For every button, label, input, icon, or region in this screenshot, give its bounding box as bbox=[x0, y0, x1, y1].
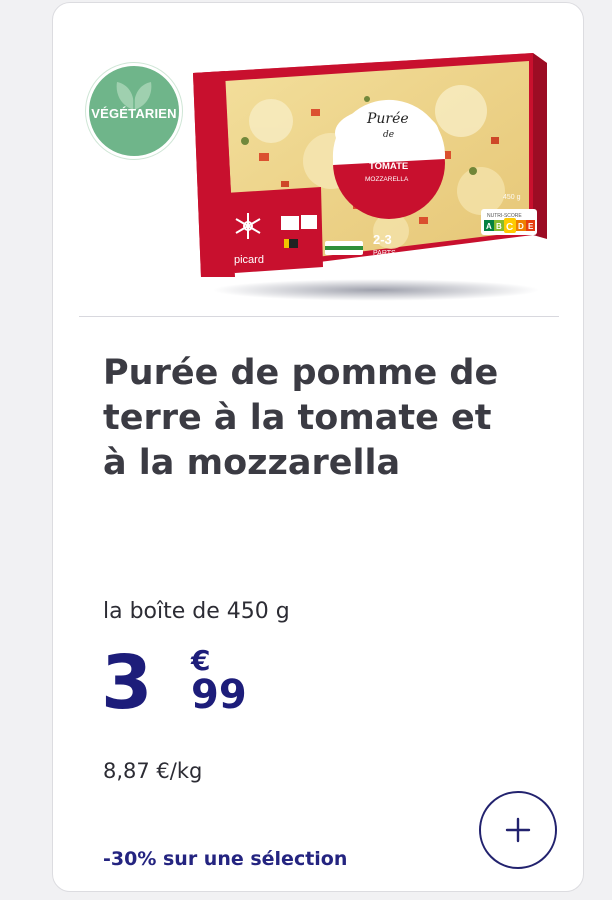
promo-text[interactable]: -30% sur une sélection bbox=[103, 848, 347, 870]
plus-icon bbox=[505, 817, 531, 843]
package-name-line1: POMME DE TERRE bbox=[341, 149, 428, 160]
package-script-title: Purée bbox=[366, 111, 409, 127]
svg-text:E: E bbox=[528, 222, 534, 231]
package-name-line3: MOZZARELLA bbox=[365, 176, 409, 183]
add-to-cart-button[interactable] bbox=[479, 791, 557, 869]
package-name-line2: TOMATE bbox=[369, 161, 408, 172]
portions-label: PARTS bbox=[373, 250, 396, 257]
product-shadow bbox=[211, 279, 541, 301]
price-integer: 3 bbox=[101, 640, 153, 726]
svg-text:B: B bbox=[496, 222, 502, 231]
price-currency: € bbox=[191, 644, 211, 677]
svg-text:C: C bbox=[506, 222, 513, 233]
product-card[interactable]: VÉGÉTARIEN picard 2-3 PARTS Purée de POM… bbox=[52, 2, 584, 892]
brand-label: picard bbox=[234, 254, 264, 266]
svg-text:NUTRI-SCORE: NUTRI-SCORE bbox=[487, 213, 522, 219]
vegetarian-label: VÉGÉTARIEN bbox=[91, 105, 177, 121]
svg-text:A: A bbox=[486, 222, 492, 231]
package-script-sub: de bbox=[383, 130, 394, 140]
product-box: picard 2-3 PARTS Purée de POMME DE TERRE… bbox=[193, 53, 547, 277]
product-title[interactable]: Purée de pomme de terre à la tomate et à… bbox=[103, 351, 523, 486]
product-unit: la boîte de 450 g bbox=[103, 599, 290, 624]
portions-value: 2-3 bbox=[373, 232, 392, 247]
divider bbox=[79, 316, 559, 317]
price-per-kg: 8,87 €/kg bbox=[103, 759, 203, 783]
package-weight: 450 g bbox=[503, 194, 521, 201]
svg-text:D: D bbox=[518, 222, 524, 231]
product-image: picard 2-3 PARTS Purée de POMME DE TERRE… bbox=[141, 41, 561, 301]
price-decimal: 99 bbox=[191, 672, 247, 718]
vegetarian-badge: VÉGÉTARIEN bbox=[86, 63, 182, 159]
nutriscore-logo: NUTRI-SCORE A B C D E bbox=[481, 209, 537, 235]
